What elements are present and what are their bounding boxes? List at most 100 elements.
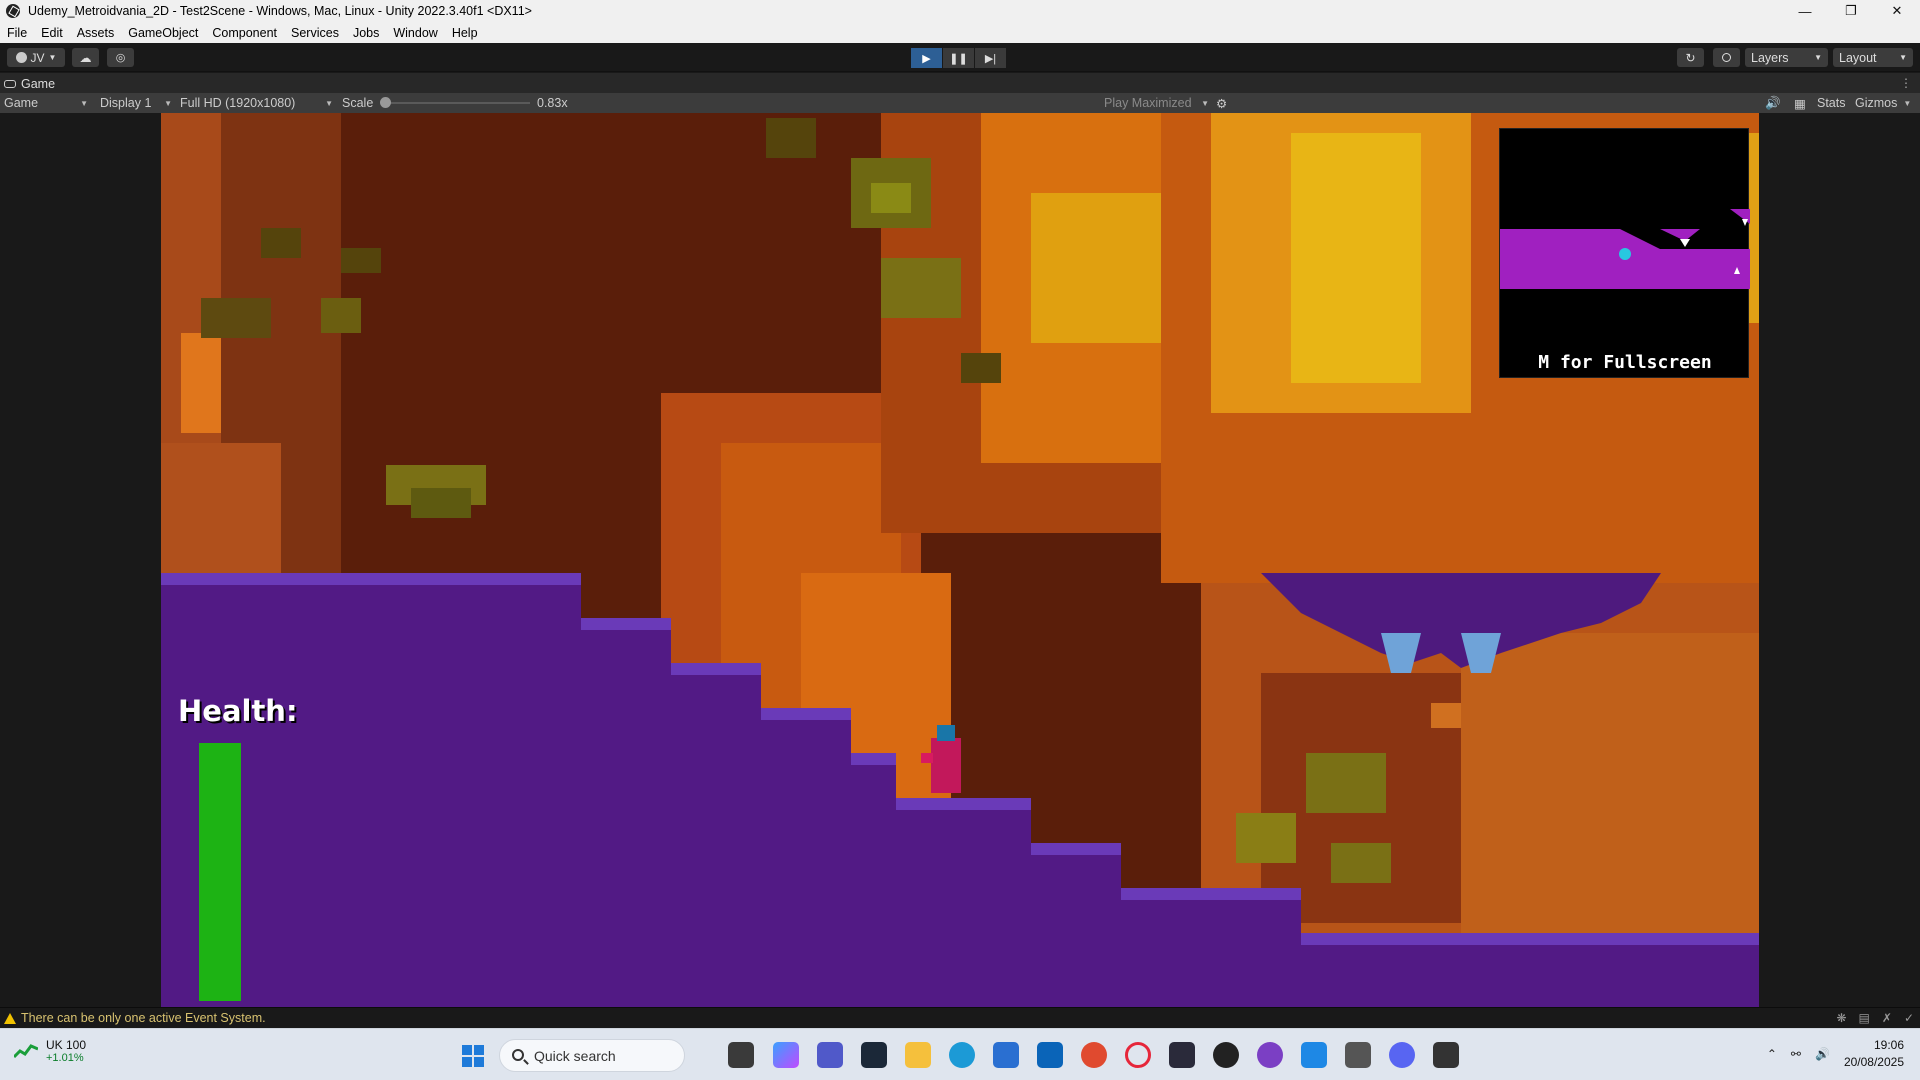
taskbar-search[interactable]: Quick search [499,1039,685,1072]
layers-dropdown[interactable]: Layers ▼ [1745,48,1828,67]
play-button[interactable]: ▶ [911,48,942,68]
play-mode-dropdown[interactable]: Play Maximized ▼ [1104,93,1209,113]
chevron-down-icon: ▼ [164,98,172,108]
display-dropdown[interactable]: Display 1 ▼ [100,93,172,113]
podcast-icon[interactable] [1257,1042,1283,1068]
play-mode-label: Play Maximized [1104,96,1192,110]
layout-label: Layout [1839,50,1877,65]
main-toolbar: JV ▼ ☁ ◎ ▶ ❚❚ ▶| ↻ Layers ▼ Layout ▼ [0,43,1920,72]
grid-icon[interactable]: ▦ [1794,93,1806,113]
unity-editor-icon[interactable] [1433,1042,1459,1068]
chevron-up-icon[interactable]: ⌃ [1767,1047,1777,1061]
warning-icon [4,1012,16,1024]
collab-icon: ◎ [115,52,126,64]
clock-time: 19:06 [1873,1038,1904,1052]
menu-help[interactable]: Help [445,26,485,40]
chevron-down-icon: ▼ [80,98,88,108]
os-taskbar: UK 100 +1.01% Quick search ⌃ ⚯ 🔊 19:06 2… [0,1028,1920,1080]
task-view-icon[interactable] [728,1042,754,1068]
account-label: JV [30,50,45,65]
wifi-icon[interactable]: ⚯ [1791,1047,1801,1061]
window-title: Udemy_Metroidvania_2D - Test2Scene - Win… [28,4,532,18]
system-tray: ⌃ ⚯ 🔊 19:06 20/08/2025 [1767,1037,1904,1071]
discord-icon[interactable] [1389,1042,1415,1068]
debug-icon[interactable]: ❋ [1836,1011,1846,1025]
health-bar [199,743,241,1001]
search-icon [512,1049,524,1061]
cloud-button[interactable]: ☁ [72,48,99,67]
scale-slider-track[interactable] [385,102,530,104]
minimap: M for Fullscreen [1499,128,1750,378]
cache-icon[interactable]: ▤ [1859,1011,1870,1025]
stats-button[interactable]: Stats [1817,93,1846,113]
account-dropdown[interactable]: JV ▼ [7,48,65,67]
menu-gameobject[interactable]: GameObject [121,26,205,40]
menu-jobs[interactable]: Jobs [346,26,386,40]
clock-date: 20/08/2025 [1843,1055,1904,1069]
pause-button[interactable]: ❚❚ [943,48,974,68]
opera-icon[interactable] [1125,1042,1151,1068]
volume-icon[interactable]: 🔊 [1815,1047,1830,1061]
restore-button[interactable]: ❐ [1828,0,1874,22]
chevron-down-icon: ▼ [1201,98,1209,108]
chevron-down-icon: ▼ [1903,98,1912,108]
history-button[interactable]: ↻ [1677,48,1704,67]
vscode-icon[interactable] [1301,1042,1327,1068]
teams-icon[interactable] [817,1042,843,1068]
outlook-icon[interactable] [1037,1042,1063,1068]
chrome-icon[interactable] [1081,1042,1107,1068]
scale-value: 0.83x [537,96,568,110]
clock[interactable]: 19:06 20/08/2025 [1844,1037,1904,1071]
close-button[interactable]: ✕ [1874,0,1920,22]
unity-hub-icon[interactable] [1345,1042,1371,1068]
game-canvas[interactable]: M for Fullscreen Health: [161,113,1759,1007]
stock-widget[interactable]: UK 100 +1.01% [12,1038,87,1064]
progress-icon[interactable]: ✓ [1904,1011,1914,1025]
steam-icon[interactable] [861,1042,887,1068]
view-mode-dropdown[interactable]: Game ▼ [4,93,88,113]
layout-dropdown[interactable]: Layout ▼ [1833,48,1913,67]
game-view-controls: Game ▼ Display 1 ▼ Full HD (1920x1080) ▼… [0,93,1920,113]
stock-change: +1.01% [46,1052,84,1064]
audio-mute-icon[interactable]: 🔊 [1765,93,1781,113]
chatgpt-icon[interactable] [1213,1042,1239,1068]
menu-edit[interactable]: Edit [34,26,70,40]
scale-label: Scale [342,96,374,110]
pause-icon: ❚❚ [949,52,968,65]
gizmos-dropdown[interactable]: Gizmos ▼ [1855,93,1911,113]
scale-slider-handle[interactable] [380,97,391,108]
resolution-dropdown[interactable]: Full HD (1920x1080) ▼ [180,93,333,113]
stock-name: UK 100 [46,1038,87,1052]
bug-icon[interactable]: ⚙ [1216,93,1227,113]
more-options-icon[interactable]: ⋮ [1900,76,1912,90]
minimap-hint: M for Fullscreen [1538,352,1712,373]
account-icon [15,52,27,63]
chevron-down-icon: ▼ [1899,53,1907,62]
windows-start-icon[interactable] [462,1045,484,1067]
stock-chart-icon [12,1043,39,1059]
edge-icon[interactable] [949,1042,975,1068]
game-viewport: M for Fullscreen Health: [0,113,1920,1007]
store-icon[interactable] [993,1042,1019,1068]
menu-services[interactable]: Services [284,26,346,40]
gizmos-label: Gizmos [1855,96,1898,110]
tab-bar: Game ⋮ [0,73,1920,93]
menu-window[interactable]: Window [386,26,444,40]
network-icon[interactable]: ✗ [1882,1011,1892,1025]
game-app-icon[interactable] [1169,1042,1195,1068]
menu-assets[interactable]: Assets [70,26,122,40]
collab-button[interactable]: ◎ [107,48,134,67]
step-button[interactable]: ▶| [975,48,1006,68]
tab-game[interactable]: Game [4,75,55,93]
menu-component[interactable]: Component [205,26,284,40]
file-explorer-icon[interactable] [905,1042,931,1068]
menu-file[interactable]: File [0,26,34,40]
copilot-icon[interactable] [773,1042,799,1068]
search-button[interactable] [1713,48,1740,67]
view-mode-label: Game [4,96,39,110]
status-bar[interactable]: There can be only one active Event Syste… [0,1007,1920,1028]
search-icon [1722,53,1731,62]
minimize-button[interactable]: — [1782,0,1828,22]
tab-game-label: Game [21,77,56,91]
step-icon: ▶| [984,52,997,65]
